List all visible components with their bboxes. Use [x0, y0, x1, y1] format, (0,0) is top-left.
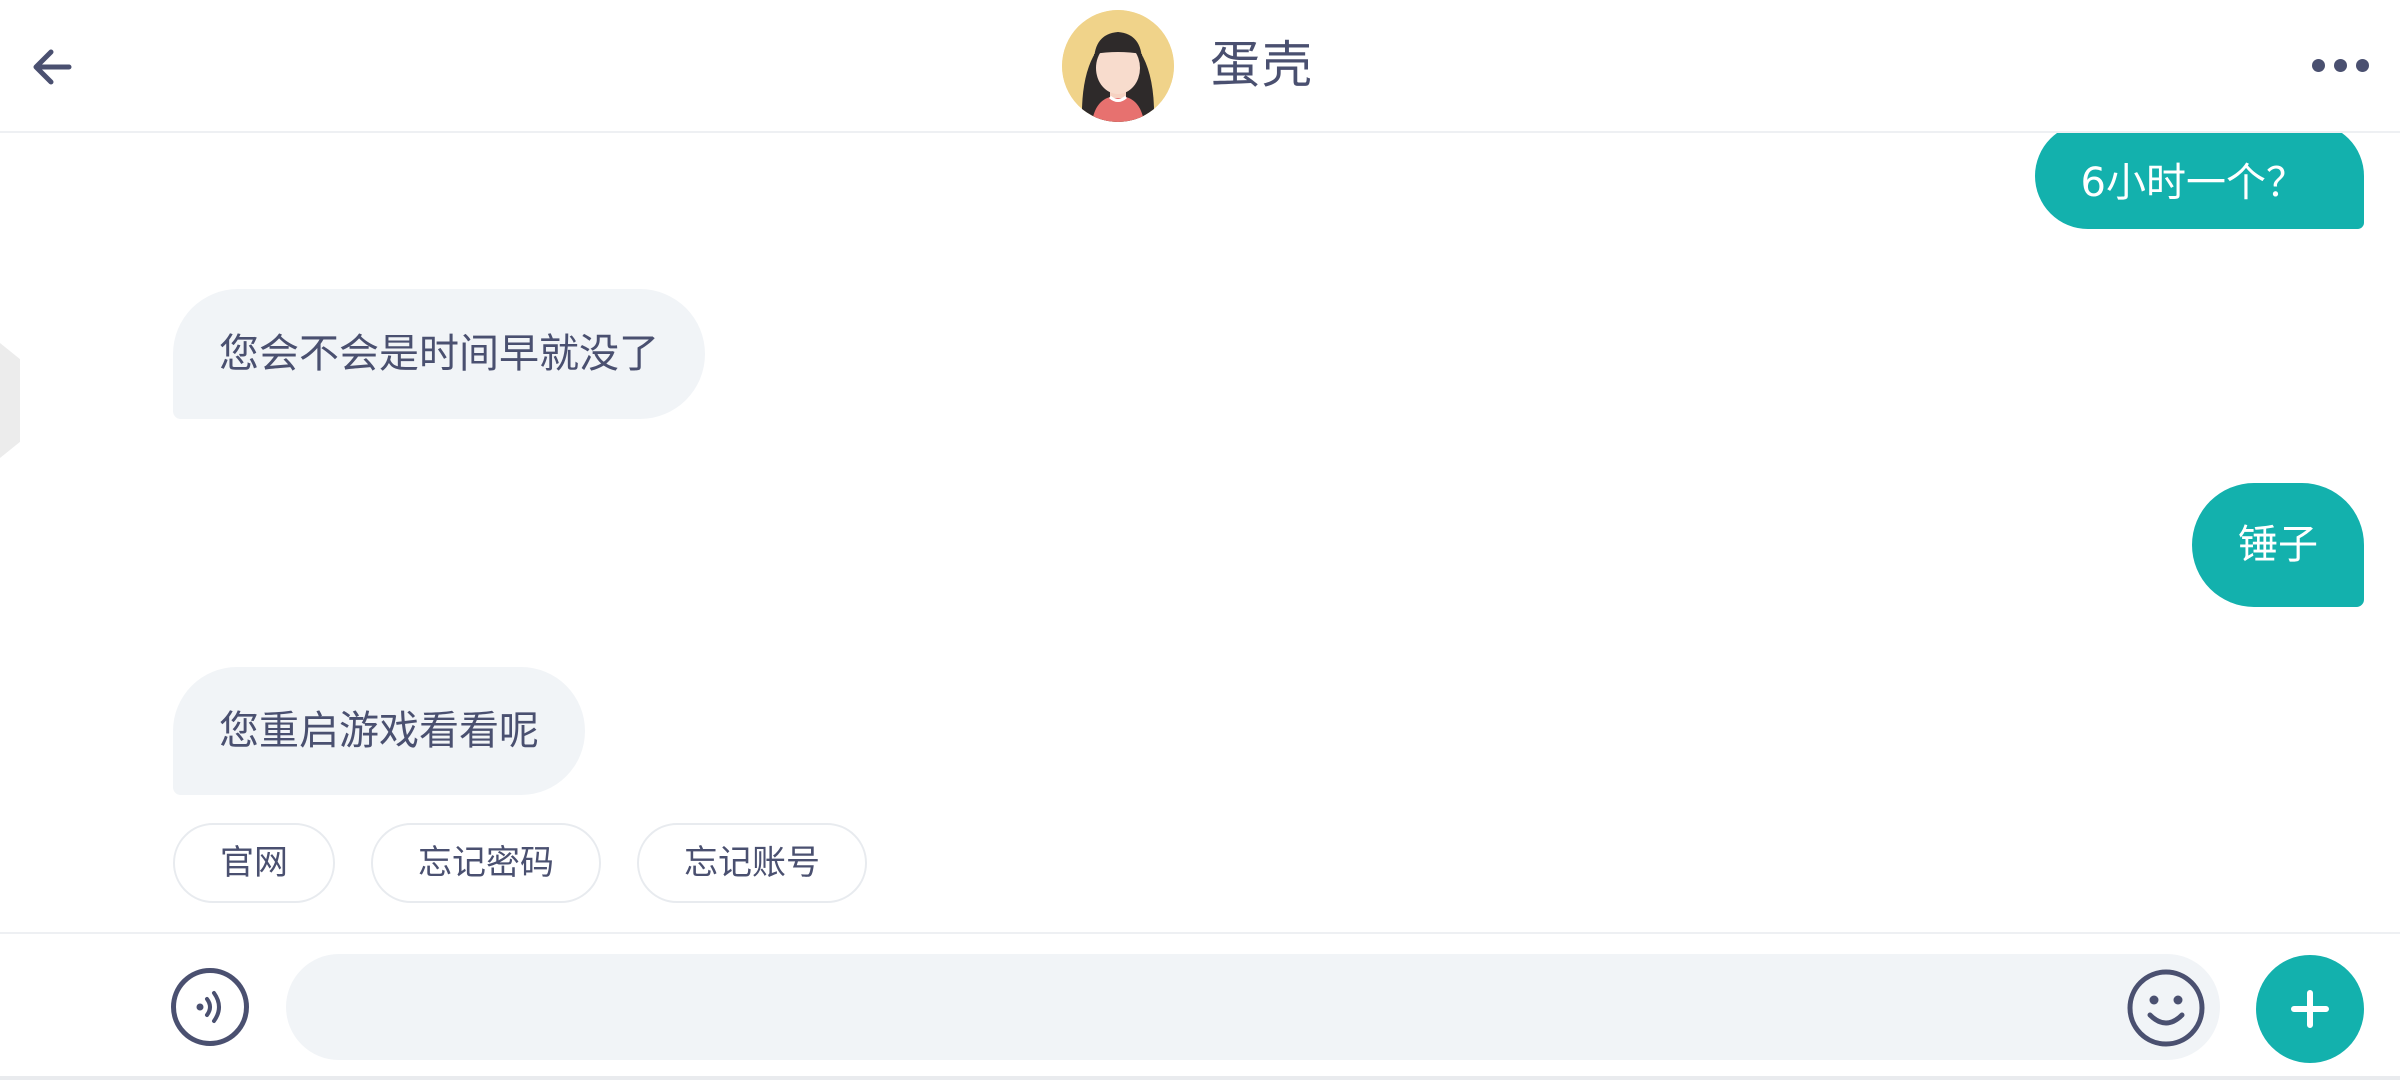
more-horizontal-icon [2333, 58, 2347, 72]
voice-icon [196, 991, 221, 1023]
back-button[interactable] [22, 36, 84, 98]
message-text: 您会不会是时间早就没了 [219, 331, 659, 377]
message-text: 6小时一个？ [2080, 160, 2306, 206]
side-drawer-handle[interactable] [0, 343, 20, 458]
message-bubble-outgoing[interactable]: 锤子 [2192, 483, 2364, 607]
more-horizontal-icon [2355, 58, 2369, 72]
plus-icon [2291, 990, 2329, 1028]
input-bar [0, 932, 2400, 1082]
bottom-divider [0, 1076, 2400, 1080]
emoji-button[interactable] [2125, 967, 2207, 1049]
arrow-left-icon [33, 49, 72, 85]
message-bubble-incoming[interactable]: 您重启游戏看看呢 [173, 667, 585, 795]
message-text: 您重启游戏看看呢 [219, 708, 539, 754]
quick-reply-forgot-account[interactable]: 忘记账号 [637, 823, 867, 903]
more-options-button[interactable] [2300, 40, 2380, 90]
add-attachment-button[interactable] [2256, 955, 2364, 1063]
contact-name: 蛋壳 [1210, 36, 1314, 94]
message-text: 锤子 [2238, 522, 2318, 568]
message-bubble-outgoing[interactable]: 6小时一个？ [2034, 133, 2364, 229]
quick-reply-official-site[interactable]: 官网 [173, 823, 335, 903]
avatar[interactable] [1062, 10, 1174, 122]
chat-header: 蛋壳 [0, 0, 2400, 133]
message-list[interactable]: 6小时一个？ 您会不会是时间早就没了 锤子 您重启游戏看看呢 官网 忘记密码 忘… [0, 133, 2400, 930]
voice-button[interactable] [171, 968, 249, 1046]
quick-reply-forgot-password[interactable]: 忘记密码 [371, 823, 601, 903]
avatar-image [1062, 10, 1174, 122]
message-bubble-incoming[interactable]: 您会不会是时间早就没了 [173, 289, 705, 419]
more-horizontal-icon [2311, 58, 2325, 72]
emoji-icon [2127, 969, 2205, 1047]
quick-replies: 官网 忘记密码 忘记账号 [173, 823, 867, 903]
message-input[interactable] [286, 954, 2220, 1060]
